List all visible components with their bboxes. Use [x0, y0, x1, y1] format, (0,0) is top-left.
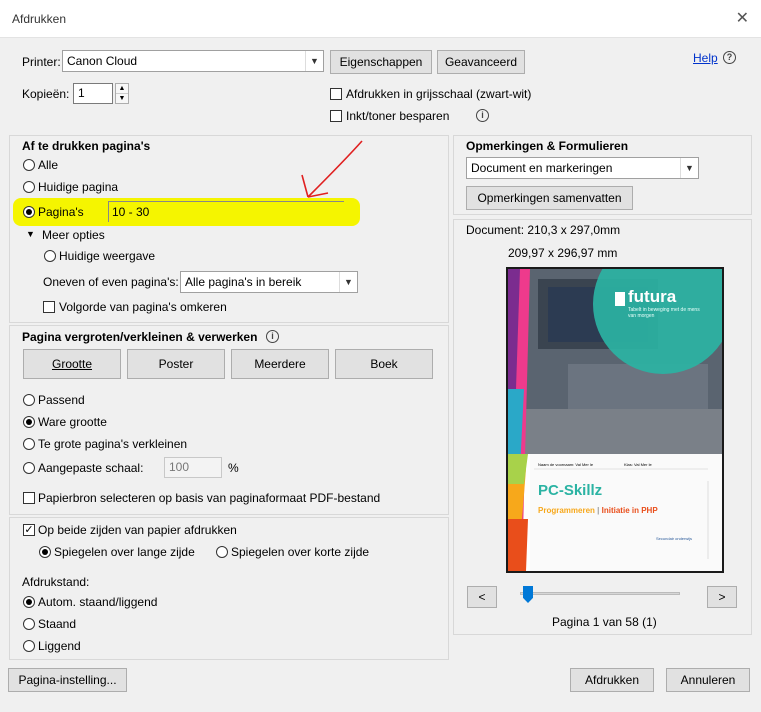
- page-slider-track[interactable]: [520, 592, 680, 595]
- chevron-down-icon: ▼: [680, 158, 698, 178]
- arrow-annotation: [301, 140, 363, 198]
- poster-button[interactable]: Poster: [127, 349, 225, 379]
- current-view-radio[interactable]: [44, 250, 56, 262]
- grayscale-checkbox[interactable]: [330, 88, 342, 100]
- pages-range-value: 10 - 30: [112, 205, 150, 219]
- close-icon[interactable]: ✕: [736, 8, 749, 28]
- page-setup-button[interactable]: Pagina-instelling...: [8, 668, 127, 692]
- thumb-subtitle: Programmeren | Initiatie in PHP: [538, 506, 658, 515]
- thumb-book-title: PC-Skillz: [538, 482, 603, 499]
- landscape-radio[interactable]: [23, 640, 35, 652]
- title-bar: Afdrukken ✕: [0, 0, 761, 38]
- printer-select[interactable]: Canon Cloud ▼: [62, 50, 324, 72]
- thumb-subtitle-a: Programmeren: [538, 506, 595, 515]
- comments-select-value: Document en markeringen: [471, 161, 613, 175]
- expand-triangle-icon[interactable]: ▼: [26, 229, 35, 239]
- help-icon[interactable]: ?: [723, 51, 736, 64]
- thumb-subtitle-sep: |: [597, 506, 600, 515]
- multiple-button[interactable]: Meerdere: [231, 349, 329, 379]
- custom-scale-input[interactable]: 100: [164, 457, 222, 478]
- reverse-label: Volgorde van pagina's omkeren: [59, 300, 227, 314]
- both-sides-label: Op beide zijden van papier afdrukken: [38, 523, 237, 537]
- chevron-down-icon: ▼: [305, 51, 323, 71]
- pages-section-title: Af te drukken pagina's: [22, 139, 151, 153]
- pages-all-radio[interactable]: [23, 159, 35, 171]
- landscape-label: Liggend: [38, 639, 81, 653]
- properties-button[interactable]: Eigenschappen: [330, 50, 432, 74]
- copies-stepper[interactable]: ▲ ▼: [115, 83, 129, 104]
- sizing-section-title: Pagina vergroten/verkleinen & verwerken: [22, 330, 258, 344]
- pages-range-radio[interactable]: [23, 206, 35, 218]
- portrait-radio[interactable]: [23, 618, 35, 630]
- printer-select-value: Canon Cloud: [67, 54, 138, 68]
- page-thumbnail: futura Tabelt in beweging met de mens va…: [506, 267, 724, 573]
- page-size: 209,97 x 296,97 mm: [508, 246, 618, 260]
- both-sides-checkbox[interactable]: ✓: [23, 524, 35, 536]
- odd-even-label: Oneven of even pagina's:: [43, 275, 179, 289]
- current-view-label: Huidige weergave: [59, 249, 156, 263]
- shrink-label: Te grote pagina's verkleinen: [38, 437, 188, 451]
- printer-label: Printer:: [22, 55, 61, 69]
- custom-scale-label: Aangepaste schaal:: [38, 461, 144, 475]
- paper-source-label: Papierbron selecteren op basis van pagin…: [38, 491, 381, 505]
- document-size: Document: 210,3 x 297,0mm: [466, 223, 621, 237]
- info-icon[interactable]: i: [266, 330, 279, 343]
- thumb-footer: Secundair onderwijs: [656, 536, 693, 541]
- window-title: Afdrukken: [12, 12, 67, 26]
- pages-all-label: Alle: [38, 158, 59, 172]
- auto-orientation-label: Autom. staand/liggend: [38, 595, 158, 609]
- help-link[interactable]: Help: [693, 51, 718, 65]
- summarize-comments-button[interactable]: Opmerkingen samenvatten: [466, 186, 633, 210]
- chevron-down-icon: ▼: [339, 272, 357, 292]
- custom-scale-radio[interactable]: [23, 462, 35, 474]
- thumb-meta-left: Naam de voornaam: Val Mer le: [538, 462, 594, 467]
- shrink-radio[interactable]: [23, 438, 35, 450]
- percent-label: %: [228, 461, 239, 475]
- paper-source-checkbox[interactable]: [23, 492, 35, 504]
- thumb-tagline: Tabelt in beweging met de mens van morge…: [628, 307, 700, 319]
- copies-label: Kopieën:: [22, 87, 70, 101]
- fit-radio[interactable]: [23, 394, 35, 406]
- save-ink-checkbox[interactable]: [330, 110, 342, 122]
- print-button[interactable]: Afdrukken: [570, 668, 654, 692]
- size-button[interactable]: Grootte: [23, 349, 121, 379]
- fit-label: Passend: [38, 393, 85, 407]
- actual-size-label: Ware grootte: [38, 415, 107, 429]
- thumb-meta-right: Klas: Val Mer le: [624, 462, 652, 467]
- save-ink-label: Inkt/toner besparen: [346, 109, 450, 123]
- grayscale-label: Afdrukken in grijsschaal (zwart-wit): [346, 87, 532, 101]
- stepper-down-icon[interactable]: ▼: [116, 94, 128, 103]
- odd-even-select[interactable]: Alle pagina's in bereik ▼: [180, 271, 358, 293]
- long-edge-label: Spiegelen over lange zijde: [54, 545, 195, 559]
- stepper-up-icon[interactable]: ▲: [116, 84, 128, 94]
- thumb-subtitle-b: Initiatie in PHP: [601, 506, 658, 515]
- portrait-label: Staand: [38, 617, 77, 631]
- short-edge-radio[interactable]: [216, 546, 228, 558]
- comments-section-title: Opmerkingen & Formulieren: [466, 139, 629, 153]
- prev-page-button[interactable]: <: [467, 586, 497, 608]
- orientation-label: Afdrukstand:: [22, 575, 90, 589]
- comments-select[interactable]: Document en markeringen ▼: [466, 157, 699, 179]
- reverse-checkbox[interactable]: [43, 301, 55, 313]
- odd-even-value: Alle pagina's in bereik: [185, 275, 302, 289]
- advanced-button[interactable]: Geavanceerd: [437, 50, 525, 74]
- booklet-button[interactable]: Boek: [335, 349, 433, 379]
- copies-input[interactable]: 1: [73, 83, 113, 104]
- next-page-button[interactable]: >: [707, 586, 737, 608]
- actual-size-radio[interactable]: [23, 416, 35, 428]
- pages-current-label: Huidige pagina: [38, 180, 119, 194]
- thumb-logo: futura: [628, 287, 677, 306]
- long-edge-radio[interactable]: [39, 546, 51, 558]
- cancel-button[interactable]: Annuleren: [666, 668, 750, 692]
- more-options-label[interactable]: Meer opties: [42, 228, 105, 242]
- pages-range-label: Pagina's: [38, 205, 84, 219]
- page-indicator: Pagina 1 van 58 (1): [552, 615, 657, 629]
- short-edge-label: Spiegelen over korte zijde: [231, 545, 370, 559]
- info-icon[interactable]: i: [476, 109, 489, 122]
- pages-current-radio[interactable]: [23, 181, 35, 193]
- auto-orientation-radio[interactable]: [23, 596, 35, 608]
